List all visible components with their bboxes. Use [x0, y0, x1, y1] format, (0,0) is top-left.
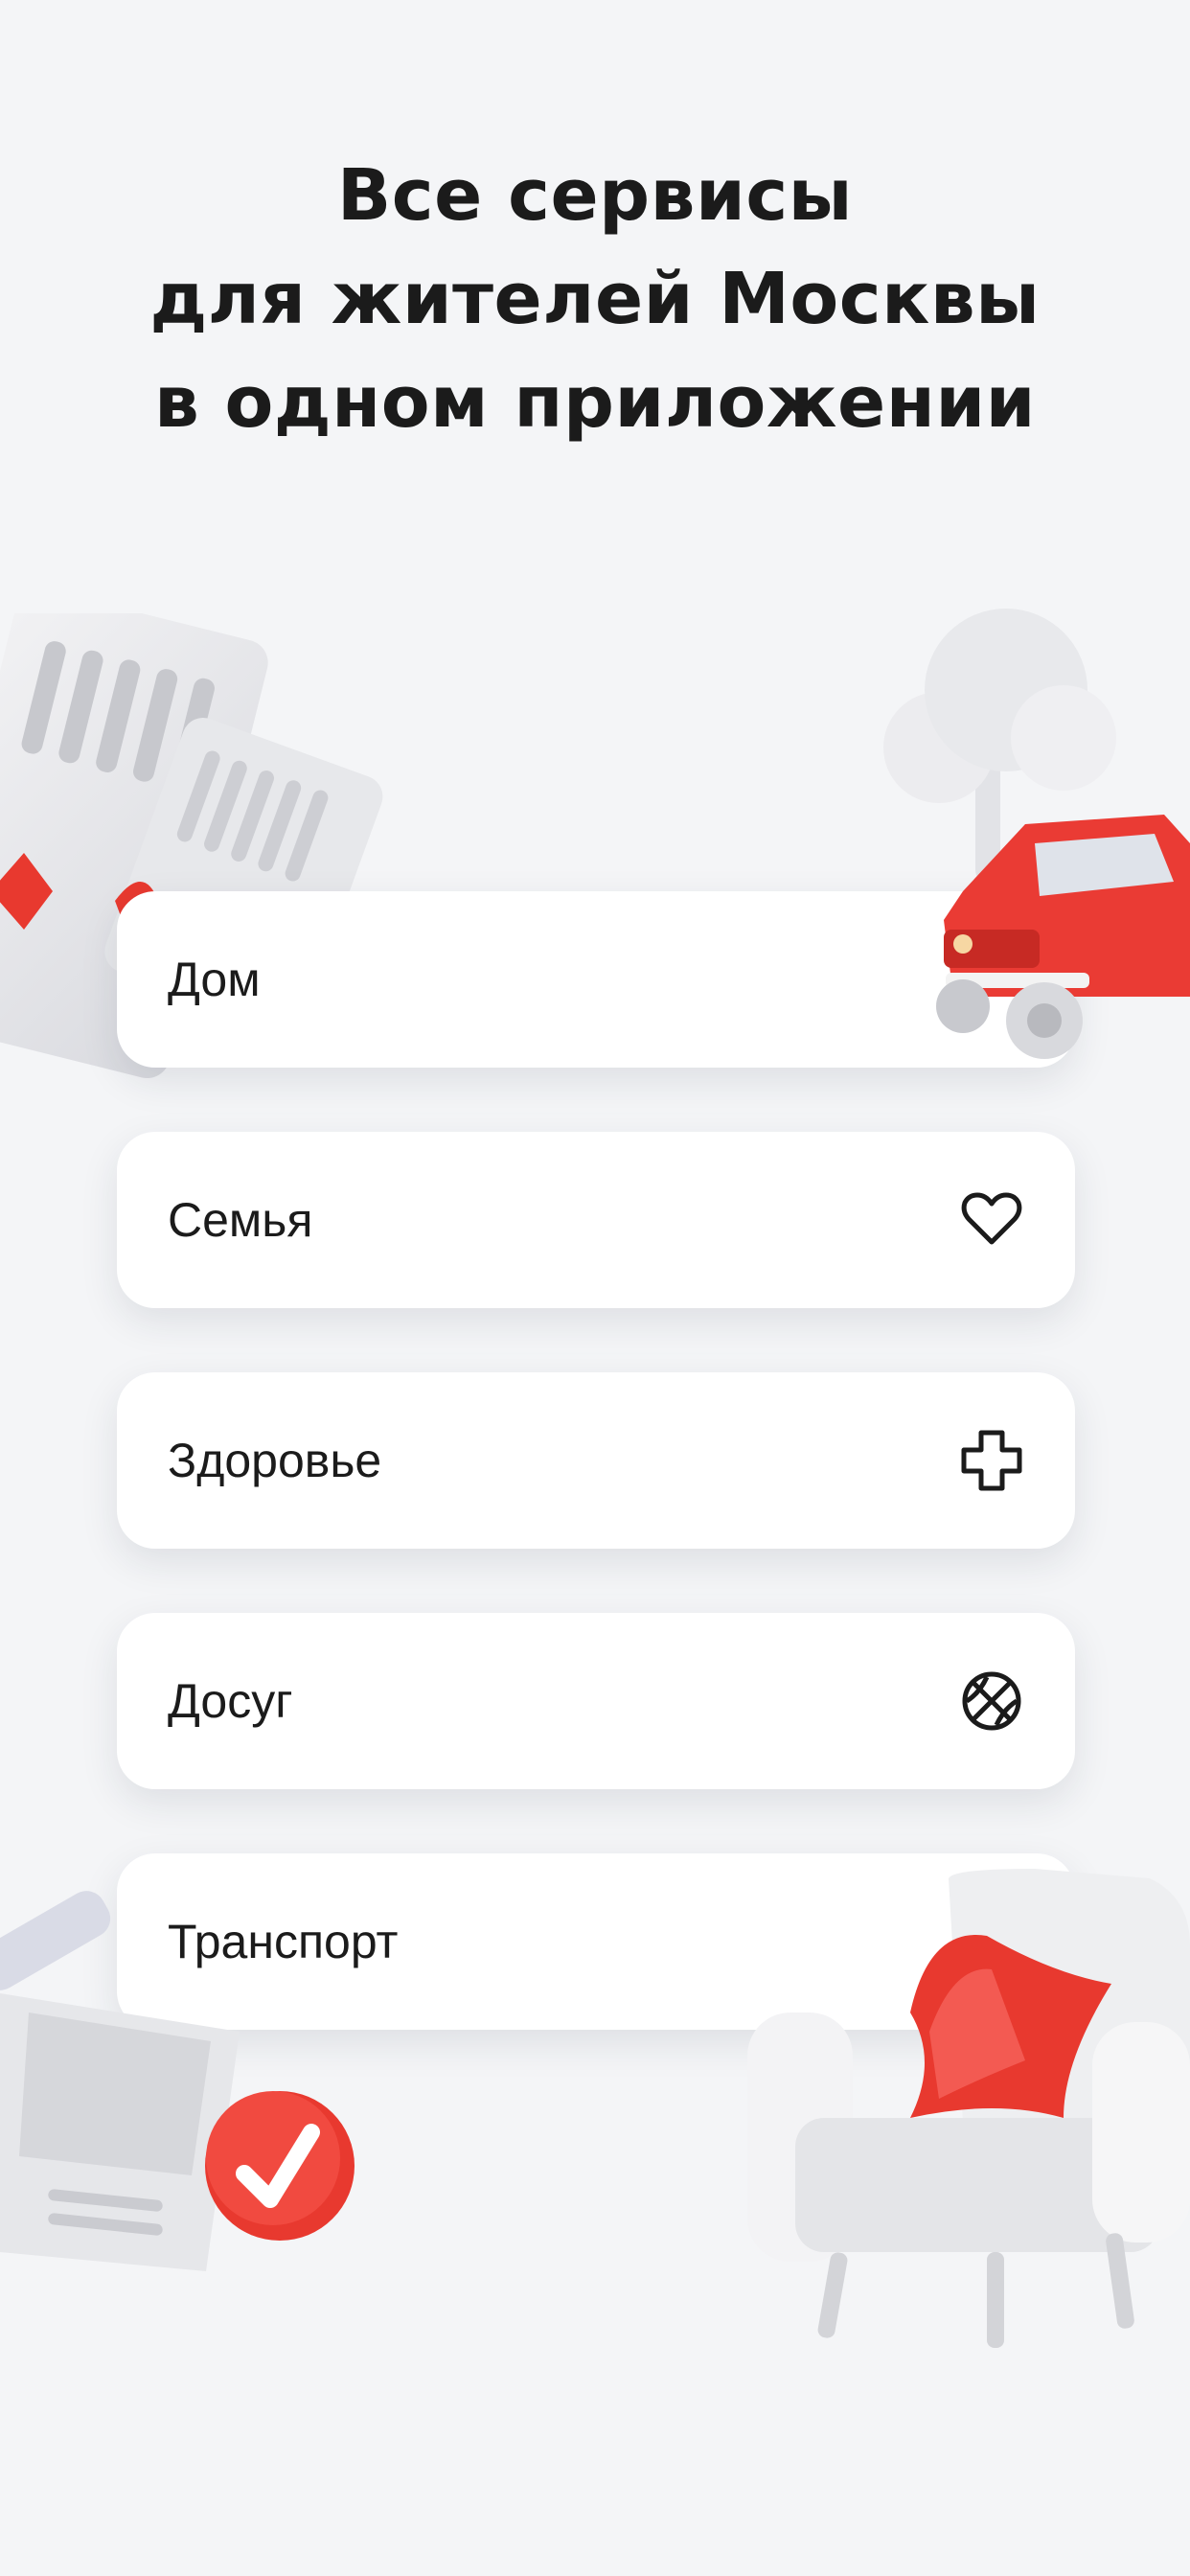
- service-card-home[interactable]: Дом: [117, 891, 1075, 1068]
- documents-illustration: [0, 613, 383, 1079]
- basketball-icon: [962, 1671, 1021, 1731]
- headline: Все сервисы для жителей Москвы в одном п…: [0, 144, 1190, 454]
- service-label-health: Здоровье: [168, 1434, 382, 1487]
- service-label-home: Дом: [168, 953, 261, 1006]
- headline-line-1: Все сервисы: [336, 154, 854, 237]
- service-card-leisure[interactable]: Досуг: [117, 1613, 1075, 1789]
- service-card-health[interactable]: Здоровье: [117, 1372, 1075, 1549]
- medical-cross-icon: [961, 1430, 1022, 1491]
- service-label-family: Семья: [168, 1193, 313, 1247]
- headline-line-3: в одном приложении: [153, 361, 1037, 444]
- service-card-family[interactable]: Семья: [117, 1132, 1075, 1308]
- armchair-with-pillow-illustration: [747, 1869, 1190, 2348]
- red-car-illustration: [936, 815, 1190, 1059]
- service-label-leisure: Досуг: [168, 1674, 293, 1728]
- heart-icon: [961, 1192, 1022, 1245]
- headline-line-2: для жителей Москвы: [149, 258, 1041, 340]
- paper-with-checkmark-illustration: [0, 1891, 355, 2271]
